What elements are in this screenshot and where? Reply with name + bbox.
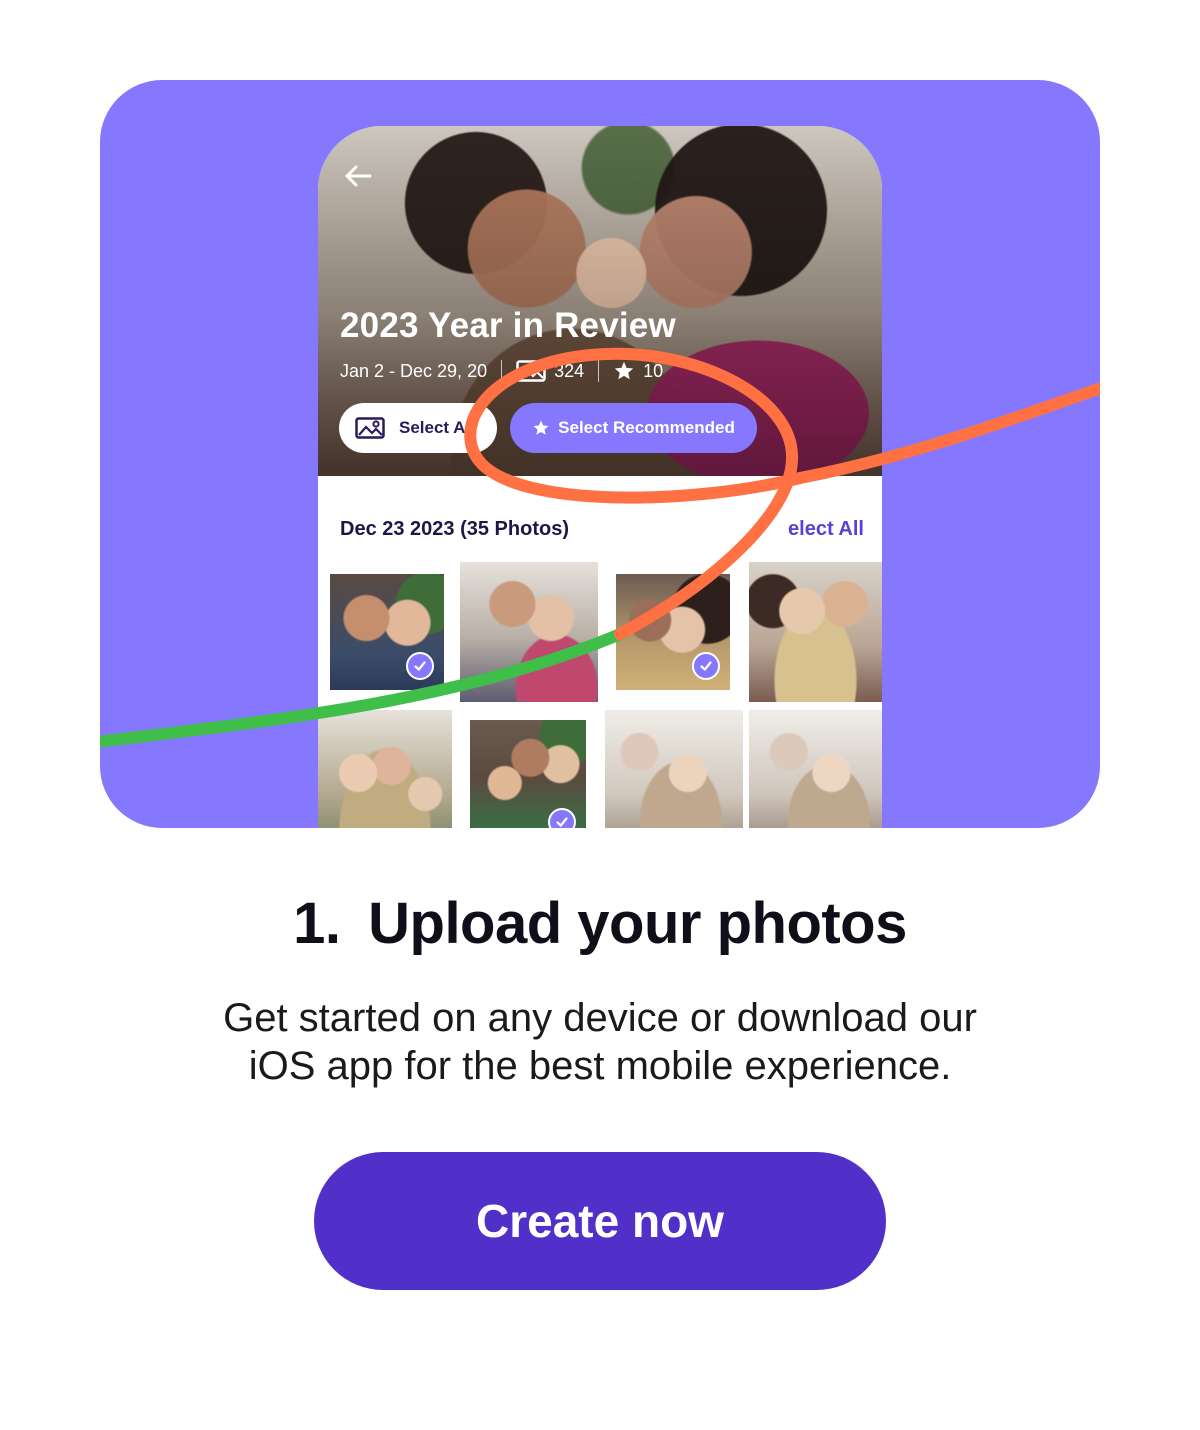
photo-section: Dec 23 2023 (35 Photos) elect All — [318, 476, 882, 828]
select-recommended-label: Select Recommended — [558, 418, 735, 437]
step-description-line-1: Get started on any device or download ou… — [223, 996, 977, 1040]
step-title: Upload your photos — [368, 891, 907, 956]
meta-divider — [598, 360, 600, 382]
album-meta: Jan 2 - Dec 29, 20 324 10 — [340, 360, 730, 382]
photo-thumbnail[interactable] — [749, 562, 882, 702]
photo-thumbnail[interactable] — [470, 720, 586, 828]
check-icon — [414, 661, 426, 672]
album-title: 2023 Year in Review — [340, 306, 676, 345]
create-now-button[interactable]: Create now — [314, 1152, 886, 1290]
photo-thumbnail[interactable] — [318, 710, 452, 828]
step-description-line-2: iOS app for the best mobile experience. — [248, 1044, 952, 1088]
album-cover-photo: 2023 Year in Review Jan 2 - Dec 29, 20 3… — [318, 126, 882, 476]
selected-check — [548, 808, 576, 828]
star-count: 10 — [613, 360, 663, 382]
step-number: 1. — [293, 891, 341, 956]
selected-check — [692, 652, 720, 680]
star-icon — [533, 420, 549, 435]
photo-thumbnail[interactable] — [330, 574, 444, 690]
photo-count-value: 324 — [554, 360, 585, 381]
album-date-range: Jan 2 - Dec 29, 20 — [340, 360, 488, 381]
image-icon — [516, 360, 546, 382]
step-description: Get started on any device or download ou… — [100, 994, 1100, 1090]
section-select-all-link[interactable]: elect All — [788, 518, 864, 541]
arrow-left-icon[interactable] — [342, 160, 374, 192]
check-icon — [556, 817, 568, 828]
select-recommended-button[interactable]: Select Recommended — [510, 403, 757, 453]
image-icon — [355, 417, 385, 439]
selected-check — [406, 652, 434, 680]
meta-divider — [501, 360, 503, 382]
hero-card: 2023 Year in Review Jan 2 - Dec 29, 20 3… — [100, 80, 1100, 828]
select-all-label: Select A — [399, 418, 466, 437]
select-all-button[interactable]: Select A — [339, 403, 497, 453]
check-icon — [700, 661, 712, 672]
photo-thumbnail[interactable] — [460, 562, 598, 702]
step-heading: 1. Upload your photos — [0, 890, 1200, 957]
phone-mockup: 2023 Year in Review Jan 2 - Dec 29, 20 3… — [318, 126, 882, 828]
star-icon — [614, 361, 634, 380]
photo-count: 324 — [516, 360, 584, 382]
section-date-heading: Dec 23 2023 (35 Photos) — [340, 518, 569, 540]
photo-thumbnail[interactable] — [605, 710, 743, 828]
photo-thumbnail[interactable] — [749, 710, 882, 828]
photo-thumbnail[interactable] — [616, 574, 730, 690]
star-count-value: 10 — [643, 360, 664, 381]
